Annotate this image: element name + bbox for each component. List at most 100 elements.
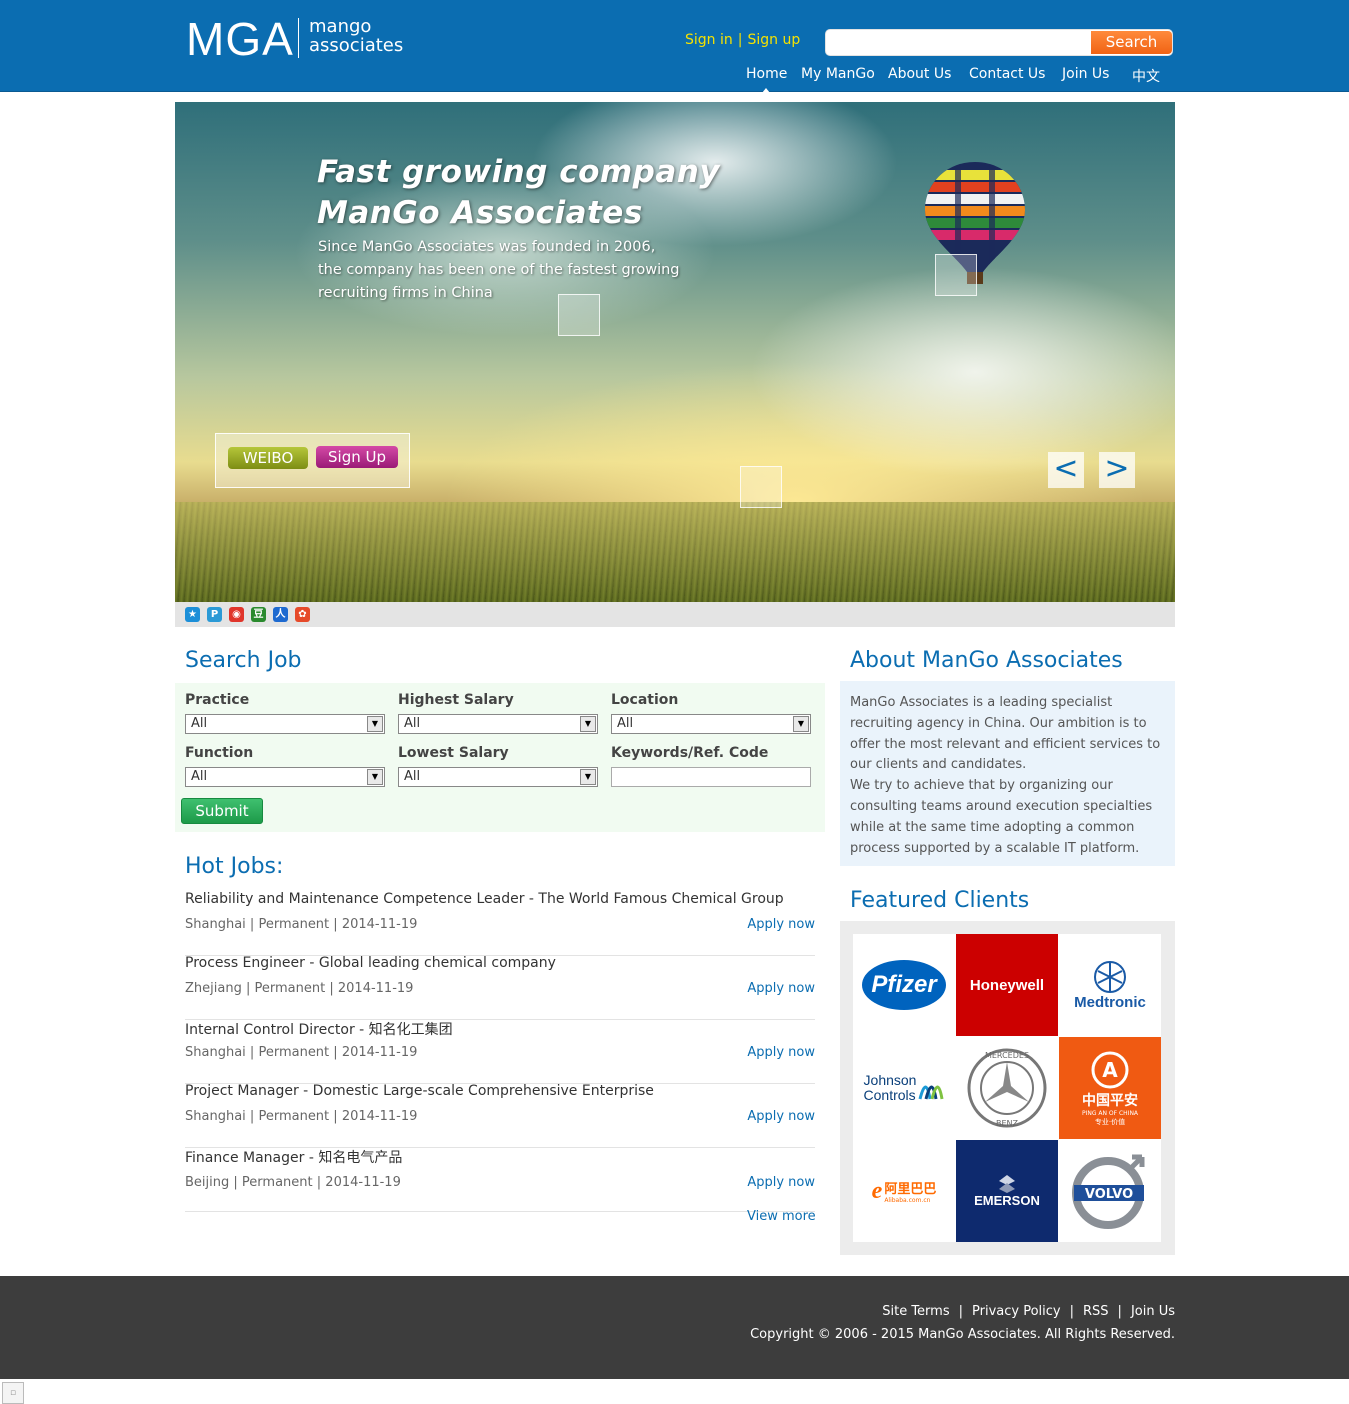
job-row[interactable]: Internal Control Director - 知名化工集团 Shang… — [185, 1019, 815, 1084]
site-logo[interactable]: MGA mango associates — [186, 14, 403, 64]
slide-thumb-3[interactable] — [740, 466, 782, 508]
job-date: 2014-11-19 — [341, 1045, 418, 1060]
function-value: All — [191, 769, 208, 784]
job-title[interactable]: Project Manager - Domestic Large-scale C… — [185, 1083, 654, 1099]
banner-description: Since ManGo Associates was founded in 20… — [318, 236, 698, 305]
about-paragraph-1: ManGo Associates is a leading specialist… — [850, 695, 1161, 773]
client-logo-johnson-controls[interactable]: Johnson Controls — [853, 1037, 955, 1139]
banner-signup-button[interactable]: Sign Up — [316, 446, 398, 468]
client-logo-pfizer[interactable]: Pfizer — [853, 934, 955, 1036]
apply-now-link[interactable]: Apply now — [747, 981, 815, 996]
client-logo-grid: Pfizer Honeywell Medtronic Johnson Contro… — [853, 934, 1161, 1242]
job-title[interactable]: Finance Manager - 知名电气产品 — [185, 1147, 402, 1167]
nav-contact-us[interactable]: Contact Us — [969, 66, 1045, 82]
client-ping-an-subtitle: PING AN OF CHINA — [1081, 1109, 1139, 1117]
search-job-form: Practice All ▼ Highest Salary All ▼ Locati… — [175, 683, 825, 832]
job-meta: Beijing | Permanent | 2014-11-19 — [185, 1175, 401, 1190]
nav-about-us[interactable]: About Us — [888, 66, 951, 82]
client-alibaba-text: 阿里巴巴 Alibaba.com.cn — [884, 1178, 936, 1204]
client-logo-medtronic[interactable]: Medtronic — [1059, 934, 1161, 1036]
lowest-salary-select[interactable]: All ▼ — [398, 767, 598, 787]
meta-separator: | — [329, 981, 334, 996]
qzone-icon[interactable]: ★ — [185, 607, 200, 622]
client-alibaba-label: 阿里巴巴 — [884, 1182, 937, 1197]
pengyou-icon[interactable]: P — [207, 607, 222, 622]
about-text: ManGo Associates is a leading specialist… — [850, 693, 1168, 859]
job-title[interactable]: Internal Control Director - 知名化工集团 — [185, 1019, 453, 1039]
renren-icon[interactable]: 人 — [273, 607, 288, 622]
footer-privacy-policy-link[interactable]: Privacy Policy — [972, 1304, 1061, 1319]
client-honeywell-label: Honeywell — [969, 976, 1045, 994]
client-logo-alibaba[interactable]: e 阿里巴巴 Alibaba.com.cn — [853, 1140, 955, 1242]
apply-now-link[interactable]: Apply now — [747, 1045, 815, 1060]
client-logo-volvo[interactable]: VOLVO — [1059, 1140, 1161, 1242]
practice-select[interactable]: All ▼ — [185, 714, 385, 734]
view-more-link[interactable]: View more — [747, 1209, 816, 1224]
sign-up-link[interactable]: Sign up — [747, 32, 800, 48]
sign-in-link[interactable]: Sign in — [685, 32, 733, 48]
prev-slide-button[interactable]: < — [1048, 452, 1084, 488]
meta-separator: | — [333, 917, 338, 932]
client-logo-honeywell[interactable]: Honeywell — [956, 934, 1058, 1036]
douban-icon[interactable]: 豆 — [251, 607, 266, 622]
search-job-title: Search Job — [185, 648, 302, 673]
volvo-emblem-icon: VOLVO — [1072, 1154, 1145, 1229]
job-title[interactable]: Process Engineer - Global leading chemic… — [185, 955, 556, 971]
weibo-icon[interactable]: ◉ — [229, 607, 244, 622]
ping-an-emblem-icon: A — [1091, 1051, 1129, 1088]
about-paragraph-2: We try to achieve that by organizing our… — [850, 778, 1153, 856]
location-value: All — [617, 716, 634, 731]
apply-now-link[interactable]: Apply now — [747, 1109, 815, 1124]
auth-separator: | — [737, 32, 743, 48]
client-pfizer-label: Pfizer — [862, 960, 946, 1010]
client-logo-ping-an[interactable]: A 中国平安 PING AN OF CHINA 专业·价值 — [1059, 1037, 1161, 1139]
chevron-down-icon: ▼ — [367, 769, 383, 785]
nav-join-us[interactable]: Join Us — [1062, 66, 1109, 82]
lowest-salary-label: Lowest Salary — [398, 745, 509, 761]
johnson-controls-wave-icon — [919, 1085, 944, 1100]
search-button[interactable]: Search — [1091, 31, 1172, 54]
client-logo-mercedes-benz[interactable]: MERCEDES BENZ — [956, 1037, 1058, 1139]
banner-desc-line-2: the company has been one of the fastest … — [318, 262, 680, 278]
weibo-button[interactable]: WEIBO — [228, 447, 308, 469]
job-type: Permanent — [258, 1045, 330, 1060]
logo-divider — [298, 18, 299, 58]
slide-thumb-1[interactable] — [558, 294, 600, 336]
job-row[interactable]: Reliability and Maintenance Competence L… — [185, 891, 815, 956]
function-select[interactable]: All ▼ — [185, 767, 385, 787]
apply-now-link[interactable]: Apply now — [747, 917, 815, 932]
footer-separator: | — [1117, 1304, 1122, 1319]
search-input[interactable] — [832, 32, 1086, 53]
kaixin-icon[interactable]: ✿ — [295, 607, 310, 622]
chevron-down-icon: ▼ — [793, 716, 809, 732]
meta-separator: | — [249, 1109, 255, 1124]
job-date: 2014-11-19 — [341, 917, 418, 932]
footer-rss-link[interactable]: RSS — [1083, 1304, 1109, 1319]
broken-image-icon: ▫ — [2, 1382, 24, 1404]
footer-join-us-link[interactable]: Join Us — [1131, 1304, 1175, 1319]
job-row[interactable]: Finance Manager - 知名电气产品 Beijing | Perma… — [185, 1147, 815, 1212]
client-logo-emerson[interactable]: EMERSON — [956, 1140, 1058, 1242]
next-slide-button[interactable]: > — [1099, 452, 1135, 488]
keywords-input[interactable] — [611, 767, 811, 787]
job-location: Beijing — [185, 1175, 230, 1190]
site-search: Search — [825, 29, 1173, 56]
nav-my-mango[interactable]: My ManGo — [801, 66, 875, 82]
highest-salary-select[interactable]: All ▼ — [398, 714, 598, 734]
apply-now-link[interactable]: Apply now — [747, 1175, 815, 1190]
submit-button[interactable]: Submit — [181, 798, 263, 824]
footer-site-terms-link[interactable]: Site Terms — [882, 1304, 949, 1319]
job-row[interactable]: Project Manager - Domestic Large-scale C… — [185, 1083, 815, 1148]
job-title[interactable]: Reliability and Maintenance Competence L… — [185, 891, 784, 907]
logo-wordmark: mango associates — [309, 17, 429, 55]
slide-thumb-2[interactable] — [935, 254, 977, 296]
client-ping-an-label: 中国平安 — [1082, 1092, 1138, 1109]
location-select[interactable]: All ▼ — [611, 714, 811, 734]
nav-chinese[interactable]: 中文 — [1132, 66, 1160, 86]
job-row[interactable]: Process Engineer - Global leading chemic… — [185, 955, 815, 1020]
job-type: Permanent — [241, 1175, 313, 1190]
nav-home[interactable]: Home — [746, 66, 787, 82]
alibaba-swirl-icon: e — [871, 1177, 883, 1204]
about-title: About ManGo Associates — [850, 648, 1123, 673]
banner-title-line-2: ManGo Associates — [317, 195, 643, 231]
